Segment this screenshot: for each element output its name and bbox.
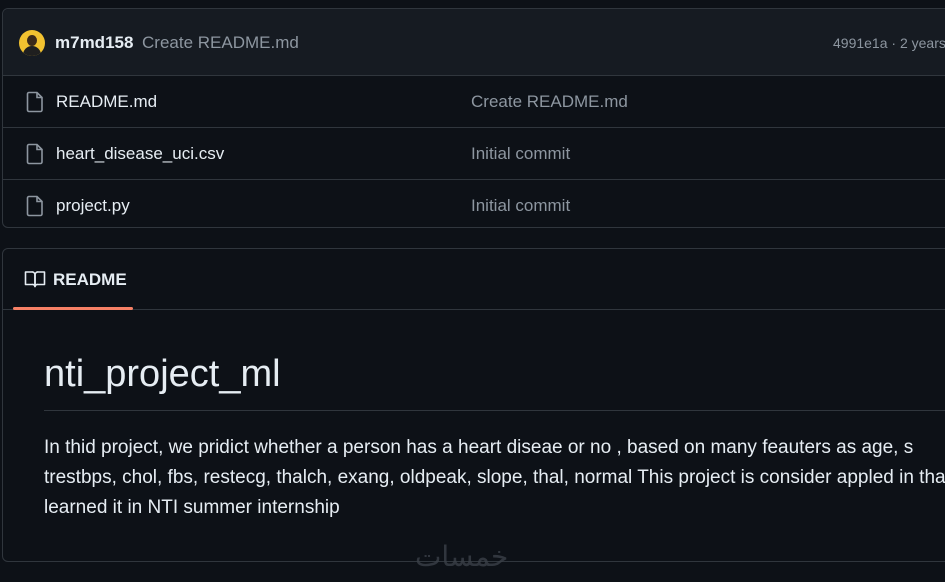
- watermark-logo: خمسات: [415, 540, 509, 573]
- file-commit-link[interactable]: Create README.md: [471, 92, 628, 112]
- readme-box: README nti_project_ml In thid project, w…: [2, 248, 945, 562]
- file-name-link[interactable]: heart_disease_uci.csv: [56, 144, 224, 164]
- file-name-link[interactable]: project.py: [56, 196, 130, 216]
- active-tab-indicator: [13, 307, 133, 310]
- commit-meta[interactable]: 4991e1a · 2 years: [833, 35, 945, 51]
- latest-commit-bar: m7md158 Create README.md 4991e1a · 2 yea…: [3, 9, 945, 76]
- commit-author-link[interactable]: m7md158: [55, 33, 133, 53]
- file-row[interactable]: heart_disease_uci.csv Initial commit: [3, 128, 945, 180]
- file-icon: [26, 195, 43, 217]
- commit-message-link[interactable]: Create README.md: [142, 33, 299, 53]
- tab-readme[interactable]: README: [13, 249, 133, 310]
- readme-tab-bar: README: [3, 249, 945, 310]
- file-icon: [26, 91, 43, 113]
- file-commit-link[interactable]: Initial commit: [471, 196, 570, 216]
- file-row[interactable]: project.py Initial commit: [3, 180, 945, 227]
- avatar[interactable]: [19, 30, 45, 56]
- file-name-link[interactable]: README.md: [56, 92, 157, 112]
- readme-heading: nti_project_ml: [44, 353, 281, 395]
- book-icon: [24, 271, 46, 288]
- file-commit-link[interactable]: Initial commit: [471, 144, 570, 164]
- readme-paragraph: In thid project, we pridict whether a pe…: [44, 437, 945, 518]
- file-list-box: m7md158 Create README.md 4991e1a · 2 yea…: [2, 8, 945, 228]
- readme-tab-label: README: [53, 270, 127, 289]
- heading-divider: [44, 410, 945, 411]
- file-row[interactable]: README.md Create README.md: [3, 76, 945, 128]
- file-icon: [26, 143, 43, 165]
